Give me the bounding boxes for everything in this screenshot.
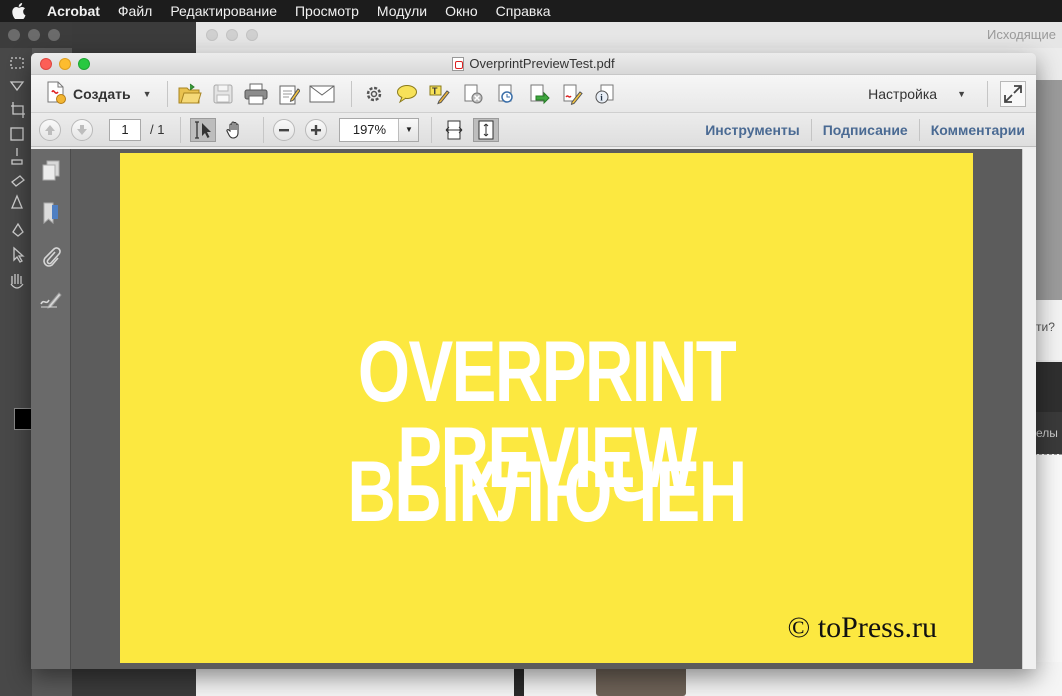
pages-icon[interactable] xyxy=(39,159,63,183)
background-pane-light: ти? xyxy=(1034,300,1062,360)
tab-comment[interactable]: Комментарии xyxy=(918,119,1036,141)
prev-page-icon[interactable] xyxy=(39,118,61,141)
delete-icon[interactable] xyxy=(460,81,486,107)
select-tool-icon[interactable] xyxy=(190,117,217,142)
vertical-scrollbar[interactable] xyxy=(1022,149,1036,669)
background-window-title: Исходящие xyxy=(987,27,1056,42)
foreground-color-swatch[interactable] xyxy=(14,408,32,430)
hand-tool-icon[interactable] xyxy=(222,118,248,142)
page-watermark: © toPress.ru xyxy=(787,611,937,644)
menu-edit[interactable]: Редактирование xyxy=(161,3,286,19)
info-icon[interactable]: i xyxy=(592,81,618,107)
export-icon[interactable] xyxy=(526,81,552,107)
background-app-titlebar xyxy=(0,22,72,48)
svg-text:T: T xyxy=(432,86,438,96)
save-icon[interactable] xyxy=(210,81,236,107)
gear-icon[interactable] xyxy=(361,81,387,107)
page-total-label: / 1 xyxy=(150,122,165,137)
background-thumbnail-edge xyxy=(514,666,524,696)
zoom-button[interactable] xyxy=(78,58,90,70)
background-text-fragment: ти? xyxy=(1036,320,1055,334)
page-number-input[interactable]: 1 xyxy=(109,118,141,141)
document-title: OverprintPreviewTest.pdf xyxy=(452,56,615,71)
document-title-text: OverprintPreviewTest.pdf xyxy=(469,56,615,71)
zoom-level-value[interactable]: 197% xyxy=(340,119,398,141)
toolbar-divider xyxy=(987,81,988,107)
bookmark-icon[interactable] xyxy=(39,201,63,225)
page-headline-line-2: ВЫКЛЮЧЕН xyxy=(347,444,747,540)
edit-icon[interactable] xyxy=(276,81,302,107)
bg-max-button[interactable] xyxy=(48,29,60,41)
pdf-page: OVERPRINT PREVIEW ВЫКЛЮЧЕН © toPress.ru xyxy=(120,153,973,663)
menu-help[interactable]: Справка xyxy=(487,3,560,19)
chevron-down-icon: ▼ xyxy=(957,89,966,99)
menu-view[interactable]: Просмотр xyxy=(286,3,368,19)
acrobat-window: OverprintPreviewTest.pdf Создать ▼ T i Н… xyxy=(31,53,1036,669)
fit-page-icon[interactable] xyxy=(473,117,500,142)
navigation-toolbar: 1 / 1 197% ▼ Инструменты Подписание Комм… xyxy=(31,113,1036,147)
acrobat-titlebar: OverprintPreviewTest.pdf xyxy=(31,53,1036,75)
signature-panel-icon[interactable] xyxy=(39,287,63,311)
menu-app-acrobat[interactable]: Acrobat xyxy=(38,3,109,19)
background-pane-dark-2: елы xyxy=(1034,412,1062,454)
background-text-fragment: елы xyxy=(1036,426,1058,440)
toolbar-divider xyxy=(166,80,168,107)
background-pane-white xyxy=(1034,454,1062,696)
attachment-icon[interactable] xyxy=(39,245,63,269)
apple-icon[interactable] xyxy=(0,3,38,19)
background-thumbnail-image[interactable] xyxy=(596,666,686,696)
tab-tools[interactable]: Инструменты xyxy=(694,119,811,141)
create-pdf-icon xyxy=(45,80,67,107)
highlight-icon[interactable]: T xyxy=(427,81,453,107)
comment-icon[interactable] xyxy=(394,81,420,107)
bg-close-button[interactable] xyxy=(8,29,20,41)
toolbar-divider xyxy=(180,116,182,143)
background-toolbox xyxy=(0,48,32,696)
create-button[interactable]: Создать ▼ xyxy=(39,79,158,109)
menu-plugins[interactable]: Модули xyxy=(368,3,436,19)
print-icon[interactable] xyxy=(243,81,269,107)
bg-window-max[interactable] xyxy=(246,29,258,41)
settings-dropdown-label: Настройка xyxy=(868,86,938,102)
toolbar-divider xyxy=(431,116,433,143)
close-button[interactable] xyxy=(40,58,52,70)
zoom-in-icon[interactable] xyxy=(305,118,328,141)
main-toolbar: Создать ▼ T i Настройка ▼ xyxy=(31,75,1036,113)
expand-icon[interactable] xyxy=(1000,81,1026,107)
toolbar-divider xyxy=(263,116,265,143)
menu-bar: Acrobat Файл Редактирование Просмотр Мод… xyxy=(0,0,1062,22)
window-controls xyxy=(40,58,90,70)
toolbar-divider xyxy=(350,80,352,107)
panel-tabs: Инструменты Подписание Комментарии xyxy=(694,113,1036,147)
open-icon[interactable] xyxy=(177,81,203,107)
email-icon[interactable] xyxy=(309,81,335,107)
background-pane-dark xyxy=(1034,362,1062,412)
sign-icon[interactable] xyxy=(559,81,585,107)
background-window-titlebar xyxy=(196,22,1062,48)
pdf-file-icon xyxy=(452,56,465,71)
bg-window-close[interactable] xyxy=(206,29,218,41)
menu-window[interactable]: Окно xyxy=(436,3,487,19)
bg-min-button[interactable] xyxy=(28,29,40,41)
next-page-icon[interactable] xyxy=(71,118,93,141)
bg-window-min[interactable] xyxy=(226,29,238,41)
menu-file[interactable]: Файл xyxy=(109,3,161,19)
zoom-out-icon[interactable] xyxy=(273,118,296,141)
zoom-level-dropdown[interactable]: 197% ▼ xyxy=(339,117,420,142)
minimize-button[interactable] xyxy=(59,58,71,70)
chevron-down-icon: ▼ xyxy=(142,88,152,99)
fit-width-icon[interactable] xyxy=(441,118,467,142)
settings-dropdown[interactable]: Настройка ▼ xyxy=(868,75,966,113)
create-button-label: Создать xyxy=(73,85,131,102)
background-pane-gray xyxy=(1034,80,1062,300)
document-view: OVERPRINT PREVIEW ВЫКЛЮЧЕН © toPress.ru xyxy=(31,149,1036,669)
chevron-down-icon[interactable]: ▼ xyxy=(398,118,419,141)
scan-icon[interactable] xyxy=(493,81,519,107)
navigation-pane xyxy=(31,149,71,669)
tab-sign[interactable]: Подписание xyxy=(810,119,919,141)
